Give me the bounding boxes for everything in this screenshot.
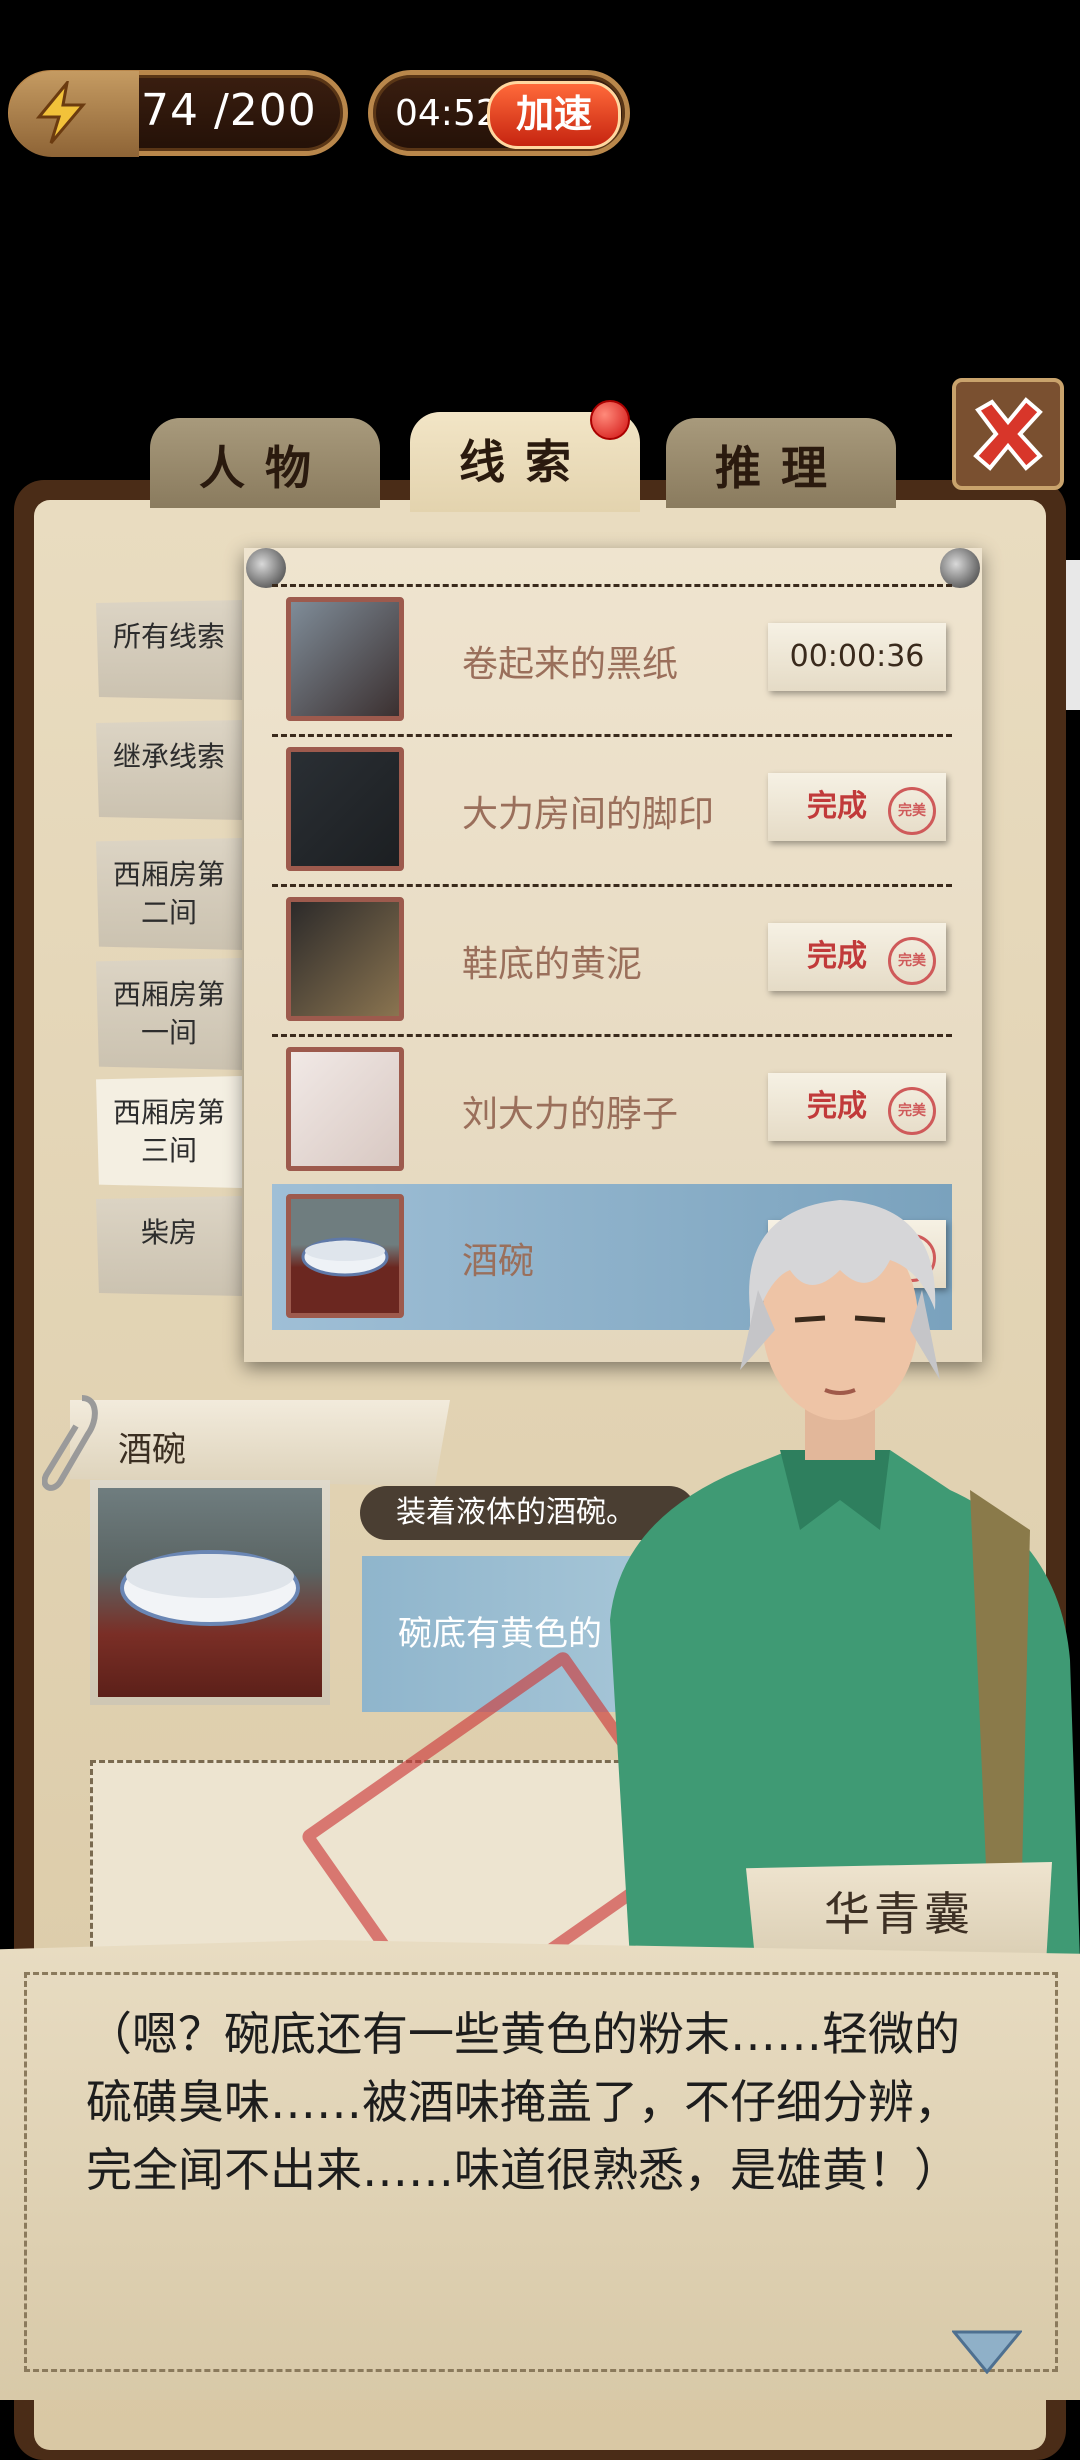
clue-name: 刘大力的脖子 <box>462 1094 679 1135</box>
clue-complete-button[interactable]: 完成 完美 <box>768 923 946 991</box>
clue-row[interactable]: 卷起来的黑纸 00:00:36 <box>272 584 952 733</box>
clue-row[interactable]: 大力房间的脚印 完成 完美 <box>272 734 952 883</box>
clue-timer: 00:00:36 <box>768 623 946 691</box>
clue-name: 酒碗 <box>462 1241 535 1282</box>
clue-row[interactable]: 刘大力的脖子 完成 完美 <box>272 1034 952 1183</box>
clue-name: 鞋底的黄泥 <box>462 944 643 985</box>
refill-timer: 04:52 加速 <box>368 70 630 156</box>
clue-thumbnail <box>286 597 404 721</box>
close-button[interactable] <box>952 378 1064 490</box>
lightning-icon <box>9 71 139 157</box>
category-west-room-3[interactable]: 西厢房第三间 <box>96 1076 242 1188</box>
tab-deduction[interactable]: 推理 <box>666 418 896 508</box>
pin-icon <box>940 548 980 588</box>
category-woodshed[interactable]: 柴房 <box>96 1196 242 1296</box>
category-west-room-1[interactable]: 西厢房第一间 <box>96 958 242 1070</box>
clue-detail-image <box>90 1480 330 1705</box>
clue-status: 完成 <box>807 789 867 824</box>
dialogue-text: （嗯？碗底还有一些黄色的粉末……轻微的硫磺臭味……被酒味掩盖了，不仔细分辨，完全… <box>86 2007 960 2197</box>
clue-thumbnail <box>286 1047 404 1171</box>
clue-thumbnail <box>286 1194 404 1318</box>
notification-dot <box>590 400 630 440</box>
close-icon <box>973 397 1043 471</box>
next-arrow-icon[interactable] <box>952 2330 1022 2374</box>
speed-up-button[interactable]: 加速 <box>487 81 621 149</box>
timer-value: 04:52 <box>395 93 499 134</box>
energy-meter: 74 /200 <box>8 70 348 157</box>
stamp-icon: 完美 <box>888 787 936 835</box>
stamp-icon: 完美 <box>888 937 936 985</box>
clue-status: 完成 <box>807 1089 867 1124</box>
clue-name: 大力房间的脚印 <box>462 794 715 835</box>
energy-value: 74 /200 <box>141 85 317 136</box>
clue-name: 卷起来的黑纸 <box>462 644 679 685</box>
stamp-icon: 完美 <box>888 1087 936 1135</box>
category-all-clues[interactable]: 所有线索 <box>96 600 242 700</box>
category-west-room-2[interactable]: 西厢房第二间 <box>96 838 242 950</box>
clue-complete-button[interactable]: 完成 完美 <box>768 773 946 841</box>
clue-row[interactable]: 鞋底的黄泥 完成 完美 <box>272 884 952 1033</box>
category-inherited-clues[interactable]: 继承线索 <box>96 720 242 820</box>
detail-title: 酒碗 <box>118 1430 186 1470</box>
detail-title-tag: 酒碗 <box>70 1400 450 1486</box>
clue-thumbnail <box>286 897 404 1021</box>
clue-thumbnail <box>286 747 404 871</box>
character-portrait <box>610 1200 1080 1960</box>
pin-icon <box>246 548 286 588</box>
clue-complete-button[interactable]: 完成 完美 <box>768 1073 946 1141</box>
tab-characters[interactable]: 人物 <box>150 418 380 508</box>
clue-status: 完成 <box>807 939 867 974</box>
